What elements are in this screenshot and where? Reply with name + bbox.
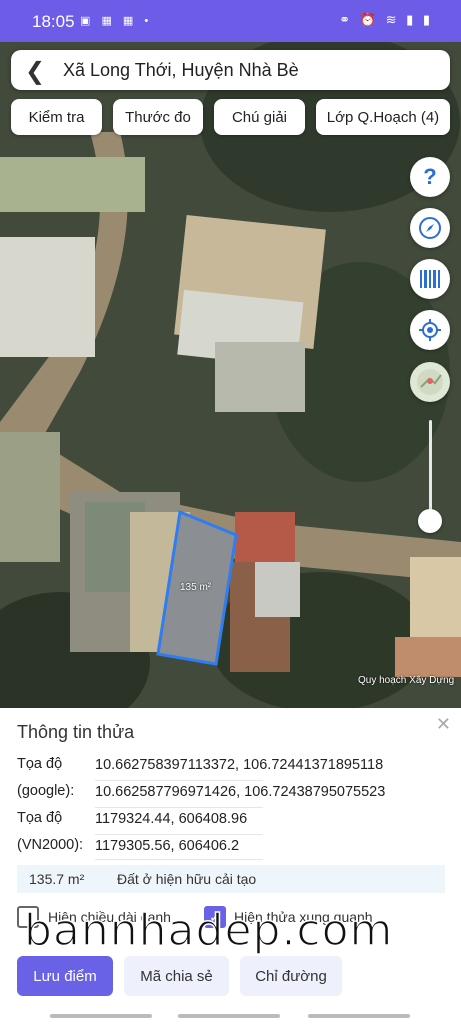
status-time: 18:05 xyxy=(32,12,75,31)
overlay-watermark: bannhadep.com xyxy=(23,904,394,957)
zoom-slider-knob[interactable] xyxy=(418,509,442,533)
row-value: 10.662587796971426, 106.72438795075523 xyxy=(95,784,386,800)
map-layers-button[interactable] xyxy=(410,362,450,402)
nav-handle[interactable] xyxy=(308,1014,410,1018)
row-value: 1179305.56, 606406.2 xyxy=(95,838,240,854)
notification-icons: ▣ ▦ ▦ • xyxy=(80,15,153,27)
barcode-button[interactable] xyxy=(410,259,450,299)
system-nav-bar xyxy=(0,1006,461,1024)
locate-icon xyxy=(419,319,441,341)
chevron-left-icon[interactable]: ❮ xyxy=(25,57,45,86)
row-label: (VN2000): xyxy=(17,837,84,853)
parcel-info-panel: Thông tin thửa ✕ Tọa độ 10.6627583971133… xyxy=(0,708,461,1024)
row-value: 10.662758397113372, 106.72441371895118 xyxy=(95,757,384,773)
save-point-button[interactable]: Lưu điểm xyxy=(17,956,113,996)
legend-button[interactable]: Chú giải xyxy=(214,99,305,135)
compass-icon xyxy=(419,217,441,239)
divider xyxy=(95,859,263,860)
row-label: Tọa độ xyxy=(17,756,63,772)
map-imagery xyxy=(0,42,461,708)
land-type: Đất ở hiện hữu cải tạo xyxy=(117,871,257,887)
divider xyxy=(95,807,263,808)
help-button[interactable]: ? xyxy=(410,157,450,197)
parcel-area-label: 135 m² xyxy=(180,582,212,593)
compass-button[interactable] xyxy=(410,208,450,248)
map-layers-icon xyxy=(417,369,443,395)
row-label: (google): xyxy=(17,783,75,799)
area-summary: 135.7 m² Đất ở hiện hữu cải tạo xyxy=(17,865,445,893)
divider xyxy=(95,834,263,835)
help-icon: ? xyxy=(423,164,437,189)
area-value: 135.7 m² xyxy=(29,871,85,887)
share-code-button[interactable]: Mã chia sẻ xyxy=(124,956,229,996)
system-icons: ⚭ ⏰ ≋ ▮ ▮ xyxy=(339,12,433,27)
measure-button[interactable]: Thước đo xyxy=(113,99,203,135)
status-bar: 18:05 ▣ ▦ ▦ • ⚭ ⏰ ≋ ▮ ▮ xyxy=(0,0,461,42)
satellite-map[interactable] xyxy=(0,42,461,708)
close-icon[interactable]: ✕ xyxy=(436,714,451,735)
nav-handle[interactable] xyxy=(178,1014,280,1018)
divider xyxy=(95,780,263,781)
barcode-icon xyxy=(420,270,440,288)
planning-layers-button[interactable]: Lớp Q.Hoạch (4) xyxy=(316,99,450,135)
row-label: Tọa độ xyxy=(17,810,63,826)
nav-handle[interactable] xyxy=(50,1014,152,1018)
panel-title: Thông tin thửa xyxy=(17,722,135,742)
location-header: ❮ Xã Long Thới, Huyện Nhà Bè xyxy=(11,50,450,90)
map-watermark: Quy hoạch Xây Dựng xyxy=(358,675,455,686)
check-button[interactable]: Kiểm tra xyxy=(11,99,102,135)
directions-button[interactable]: Chỉ đường xyxy=(240,956,342,996)
row-value: 1179324.44, 606408.96 xyxy=(95,811,248,827)
location-title: Xã Long Thới, Huyện Nhà Bè xyxy=(63,60,299,80)
locate-button[interactable] xyxy=(410,310,450,350)
